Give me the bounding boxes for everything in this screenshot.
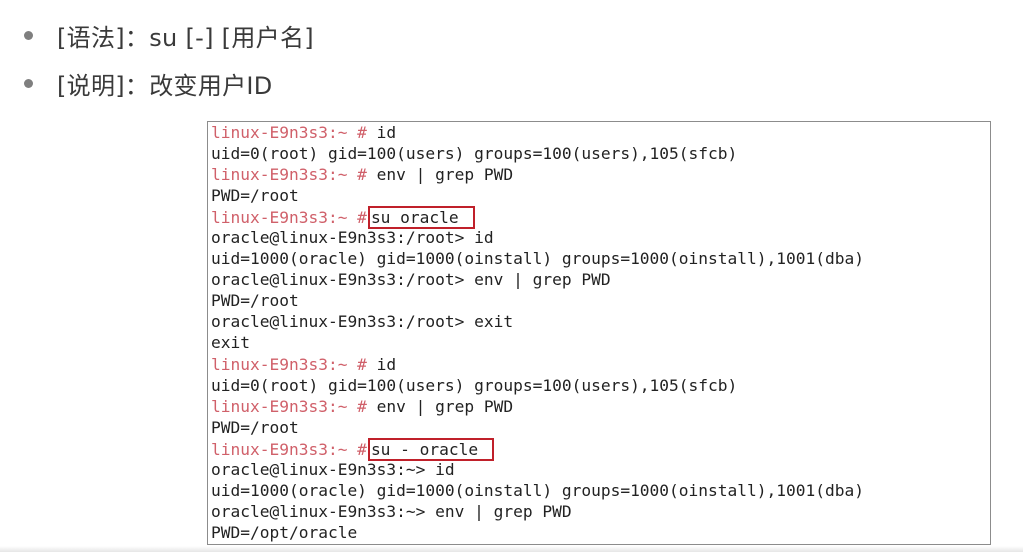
terminal-line: oracle@linux-E9n3s3:~> env | grep PWD [211,501,990,522]
terminal-output: linux-E9n3s3:~ # id uid=0(root) gid=100(u… [207,121,991,545]
shell-prompt: linux-E9n3s3:~ # [211,208,367,228]
bullet-description-text: [说明]：改变用户ID [57,72,273,100]
terminal-line: PWD=/opt/oracle [211,522,990,543]
terminal-line: oracle@linux-E9n3s3:/root> exit [211,311,990,332]
shell-command: env | grep PWD [366,396,514,416]
shell-command: env | grep PWD [366,165,514,185]
bullet-dot-icon [24,79,33,88]
output-text: uid=1000(oracle) gid=1000(oinstall) grou… [211,480,864,500]
output-text: uid=1000(oracle) gid=1000(oinstall) grou… [211,249,864,269]
terminal-line: PWD=/root [211,417,990,438]
shell-prompt: linux-E9n3s3:~ # [211,165,367,185]
terminal-line: exit [211,332,990,353]
bullet-syntax-text: [语法]：su [-] [用户名] [57,24,314,52]
output-text: oracle@linux-E9n3s3:/root> env | grep PW… [211,270,611,290]
terminal-line: linux-E9n3s3:~ # env | grep PWD [211,164,990,185]
terminal-line: linux-E9n3s3:~ # id [211,354,990,375]
terminal-line: PWD=/root [211,290,990,311]
shell-prompt: linux-E9n3s3:~ # [211,439,367,459]
terminal-line: linux-E9n3s3:~ # id [211,122,990,143]
highlighted-command: su oracle [367,206,475,230]
terminal-line: linux-E9n3s3:~ # env | grep PWD [211,396,990,417]
output-text: oracle@linux-E9n3s3:/root> exit [211,312,514,332]
terminal-line: oracle@linux-E9n3s3:~> id [211,459,990,480]
terminal-line: oracle@linux-E9n3s3:/root> id [211,227,990,248]
terminal-line: linux-E9n3s3:~ # su oracle [211,206,990,230]
output-text: PWD=/root [211,417,299,437]
output-text: PWD=/root [211,186,299,206]
output-text: uid=0(root) gid=100(users) groups=100(us… [211,375,738,395]
terminal-line: uid=0(root) gid=100(users) groups=100(us… [211,143,990,164]
output-text: uid=0(root) gid=100(users) groups=100(us… [211,144,738,164]
bullet-syntax: [语法]：su [-] [用户名] [24,18,314,53]
shell-prompt: linux-E9n3s3:~ # [211,354,367,374]
terminal-line: uid=0(root) gid=100(users) groups=100(us… [211,375,990,396]
bullet-dot-icon [24,31,33,40]
shell-prompt: linux-E9n3s3:~ # [211,396,367,416]
bullet-description: [说明]：改变用户ID [24,66,273,101]
output-text: PWD=/opt/oracle [211,522,358,542]
terminal-line: linux-E9n3s3:~ # su - oracle [211,437,990,461]
terminal-line: uid=1000(oracle) gid=1000(oinstall) grou… [211,248,990,269]
shell-command: id [366,123,397,142]
terminal-line: oracle@linux-E9n3s3:/root> env | grep PW… [211,269,990,290]
output-text: oracle@linux-E9n3s3:/root> id [211,228,494,248]
terminal-line: PWD=/root [211,185,990,206]
shell-prompt: linux-E9n3s3:~ # [211,123,367,142]
terminal-line: uid=1000(oracle) gid=1000(oinstall) grou… [211,480,990,501]
output-text: oracle@linux-E9n3s3:~> id [211,459,455,479]
output-text: oracle@linux-E9n3s3:~> env | grep PWD [211,501,572,521]
output-text: exit [211,333,250,353]
shell-command: id [366,354,397,374]
bottom-edge [0,546,1023,552]
output-text: PWD=/root [211,291,299,311]
highlighted-command: su - oracle [367,437,495,461]
